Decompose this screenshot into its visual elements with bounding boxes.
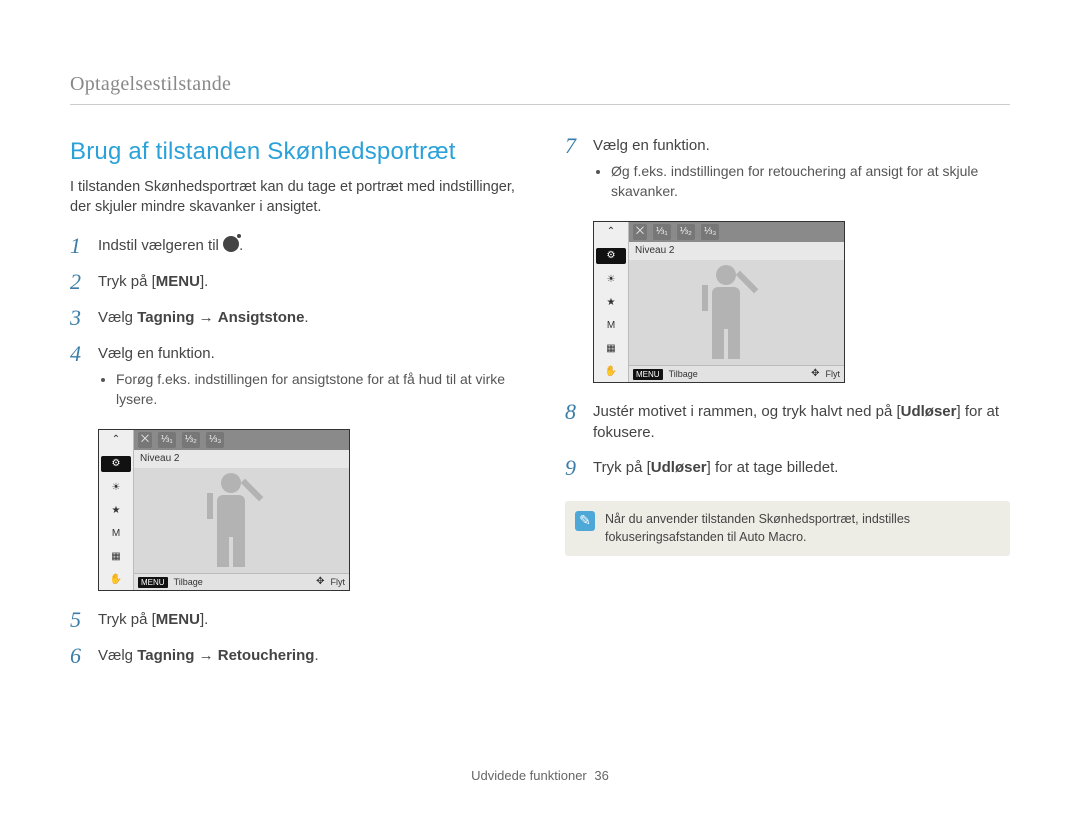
steps-list-left: 1 Indstil vælgeren til . 2 Tryk på [MENU]. 3…	[70, 235, 515, 667]
cam-back-label: Tilbage	[174, 576, 203, 589]
cam-option: ⅓₂	[182, 432, 200, 448]
step-number: 4	[70, 343, 86, 365]
step-number: 1	[70, 235, 86, 257]
step-body: Vælg en funktion.Forøg f.eks. indstillin…	[98, 343, 515, 415]
step-number: 7	[565, 135, 581, 157]
step-body: Vælg en funktion.Øg f.eks. indstillingen…	[593, 135, 1010, 207]
step-sub-item: Forøg f.eks. indstillingen for ansigtsto…	[116, 370, 515, 409]
step-sub-list: Forøg f.eks. indstillingen for ansigtsto…	[116, 370, 515, 409]
left-column: Brug af tilstanden Skønhedsportræt I til…	[70, 135, 515, 681]
step: 4 Vælg en funktion.Forøg f.eks. indstilli…	[70, 343, 515, 415]
cam-option: ⨉	[633, 224, 647, 240]
step-body: Tryk på [MENU].	[98, 609, 515, 630]
cam-side-icon: ▦	[594, 341, 628, 357]
step-body: Vælg Tagning → Retouchering.	[98, 645, 515, 666]
footer-page-number: 36	[594, 768, 608, 783]
step: 2 Tryk på [MENU].	[70, 271, 515, 293]
cam-side-icon: ✋	[99, 572, 133, 588]
step-number: 9	[565, 457, 581, 479]
step: 9 Tryk på [Udløser] for at tage billedet.	[565, 457, 1010, 479]
cam-side-icon: ☀	[594, 272, 628, 288]
step: 1 Indstil vælgeren til .	[70, 235, 515, 257]
step-camera-figure: ⌃ ⚙ ☀ ★ M ▦ ✋ ⨉ ⅓₁ ⅓₂ ⅓₃ Niveau 2 MENU Tilbage ✥ Flyt	[565, 221, 1010, 383]
step-camera-figure: ⌃ ⚙ ☀ ★ M ▦ ✋ ⨉ ⅓₁ ⅓₂ ⅓₃ Niveau 2 MENU Tilbage ✥ Flyt	[70, 429, 515, 591]
step-body: Indstil vælgeren til .	[98, 235, 515, 256]
bold-term: Tagning	[137, 647, 194, 664]
cam-side-icon: M	[99, 526, 133, 542]
cam-move-icon: ✥	[811, 367, 819, 381]
cam-side-icon: ⚙	[101, 456, 131, 472]
cam-side-icon: ▦	[99, 549, 133, 565]
cam-option: ⅓₃	[701, 224, 719, 240]
step: 5 Tryk på [MENU].	[70, 609, 515, 631]
bold-term: Tagning	[137, 309, 194, 326]
silhouette-figure	[201, 473, 261, 573]
cam-side-icon: ★	[594, 295, 628, 311]
step-number: 2	[70, 271, 86, 293]
cam-side-icon: ✋	[594, 364, 628, 380]
silhouette-figure	[696, 265, 756, 365]
step-body: Tryk på [Udløser] for at tage billedet.	[593, 457, 1010, 478]
cam-side-icon: ⚙	[596, 248, 626, 264]
step-number: 5	[70, 609, 86, 631]
step-body: Vælg Tagning → Ansigtstone.	[98, 307, 515, 328]
breadcrumb: Optagelsestilstande	[70, 70, 1010, 105]
cam-move-icon: ✥	[316, 575, 324, 589]
cam-option: ⨉	[138, 432, 152, 448]
camera-screenshot: ⌃ ⚙ ☀ ★ M ▦ ✋ ⨉ ⅓₁ ⅓₂ ⅓₃ Niveau 2 MENU Tilbage ✥ Flyt	[593, 221, 845, 383]
step-number: 8	[565, 401, 581, 423]
section-title: Brug af tilstanden Skønhedsportræt	[70, 135, 515, 169]
step: 6 Vælg Tagning → Retouchering.	[70, 645, 515, 667]
cam-side-icon: M	[594, 318, 628, 334]
step-sub-list: Øg f.eks. indstillingen for retouchering…	[611, 162, 1010, 201]
bold-term: MENU	[156, 273, 200, 290]
cam-level-label: Niveau 2	[134, 450, 349, 468]
right-column: 7 Vælg en funktion.Øg f.eks. indstillinge…	[565, 135, 1010, 681]
cam-menu-tag: MENU	[633, 369, 663, 380]
note-text: Når du anvender tilstanden Skønhedsportr…	[605, 512, 910, 544]
step-number: 6	[70, 645, 86, 667]
camera-screenshot: ⌃ ⚙ ☀ ★ M ▦ ✋ ⨉ ⅓₁ ⅓₂ ⅓₃ Niveau 2 MENU Tilbage ✥ Flyt	[98, 429, 350, 591]
mode-dial-icon	[223, 236, 239, 252]
bold-term: Retouchering	[218, 647, 315, 664]
cam-side-icon: ★	[99, 503, 133, 519]
step: 3 Vælg Tagning → Ansigtstone.	[70, 307, 515, 329]
info-note: ✎ Når du anvender tilstanden Skønhedspor…	[565, 501, 1010, 556]
cam-option: ⅓₂	[677, 224, 695, 240]
cam-level-label: Niveau 2	[629, 242, 844, 260]
cam-move-label: Flyt	[826, 368, 841, 381]
steps-list-right: 7 Vælg en funktion.Øg f.eks. indstillinge…	[565, 135, 1010, 479]
step-body: Justér motivet i rammen, og tryk halvt n…	[593, 401, 1010, 443]
cam-move-label: Flyt	[331, 576, 346, 589]
note-icon: ✎	[575, 511, 595, 531]
step-body: Tryk på [MENU].	[98, 271, 515, 292]
cam-side-icon: ⌃	[99, 432, 133, 448]
step-sub-item: Øg f.eks. indstillingen for retouchering…	[611, 162, 1010, 201]
step: 7 Vælg en funktion.Øg f.eks. indstillinge…	[565, 135, 1010, 207]
cam-option: ⅓₃	[206, 432, 224, 448]
cam-option: ⅓₁	[653, 224, 671, 240]
step-number: 3	[70, 307, 86, 329]
cam-menu-tag: MENU	[138, 577, 168, 588]
cam-option: ⅓₁	[158, 432, 176, 448]
bold-term: Udløser	[901, 403, 957, 420]
page-footer: Udvidede funktioner 36	[0, 767, 1080, 785]
cam-side-icon: ☀	[99, 480, 133, 496]
bold-term: Ansigtstone	[218, 309, 305, 326]
cam-side-icon: ⌃	[594, 224, 628, 240]
footer-section: Udvidede funktioner	[471, 768, 587, 783]
cam-back-label: Tilbage	[669, 368, 698, 381]
bold-term: Udløser	[651, 459, 707, 476]
bold-term: MENU	[156, 611, 200, 628]
step: 8 Justér motivet i rammen, og tryk halvt …	[565, 401, 1010, 443]
intro-paragraph: I tilstanden Skønhedsportræt kan du tage…	[70, 177, 515, 218]
